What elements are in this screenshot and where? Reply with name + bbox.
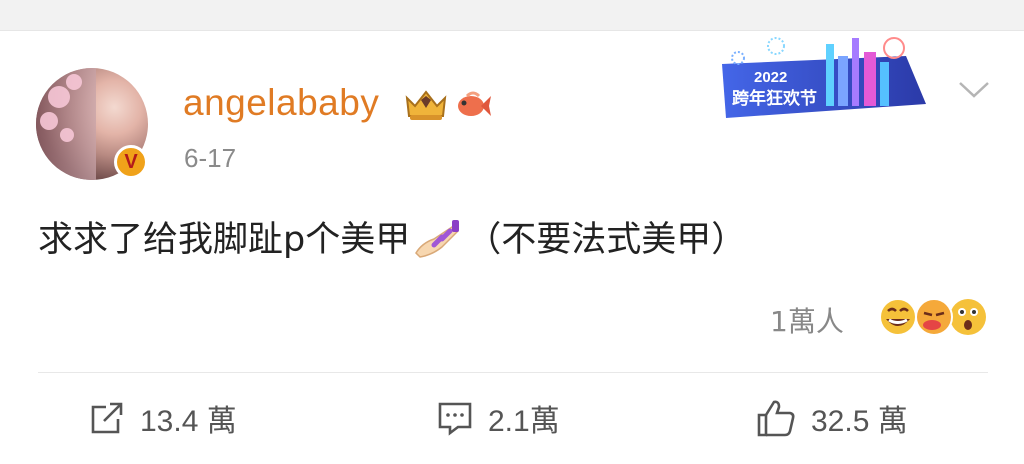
top-bar [0,0,1024,31]
avatar-blossom [48,86,70,108]
reaction-count[interactable]: 1萬人 [770,300,844,340]
koi-fish-icon [458,91,491,116]
avatar-blossom [40,112,58,130]
like-count: 32.5 萬 [811,405,908,438]
event-year: 2022 [754,69,787,86]
repost-icon [91,402,123,434]
crown-badge-icon [405,90,447,120]
username[interactable]: angelababy [183,82,379,124]
chevron-down-icon[interactable] [958,80,990,100]
post-text-note: （不要法式美甲） [466,220,747,260]
comment-button[interactable]: 2.1萬 [436,396,560,440]
post-date: 6-17 [184,143,237,173]
verified-badge-icon: V [114,145,148,179]
post-text-main: 求求了给我脚趾p个美甲 [38,220,411,260]
avatar-blossom [60,128,74,142]
comment-icon [438,402,472,436]
repost-count: 13.4 萬 [140,405,237,438]
event-badge[interactable]: 2022 跨年狂欢节 [716,34,932,126]
nail-polish-icon [415,220,460,258]
thumbs-up-icon [757,400,795,437]
event-title: 跨年狂欢节 [732,88,817,109]
repost-button[interactable]: 13.4 萬 [88,396,237,440]
divider [38,372,988,373]
reaction-emojis-icon[interactable] [876,295,988,339]
post-text: 求求了给我脚趾p个美甲 （不要法式美甲） [38,211,746,262]
avatar-blossom [66,74,82,90]
comment-count: 2.1萬 [488,405,560,438]
like-button[interactable]: 32.5 萬 [755,396,908,440]
